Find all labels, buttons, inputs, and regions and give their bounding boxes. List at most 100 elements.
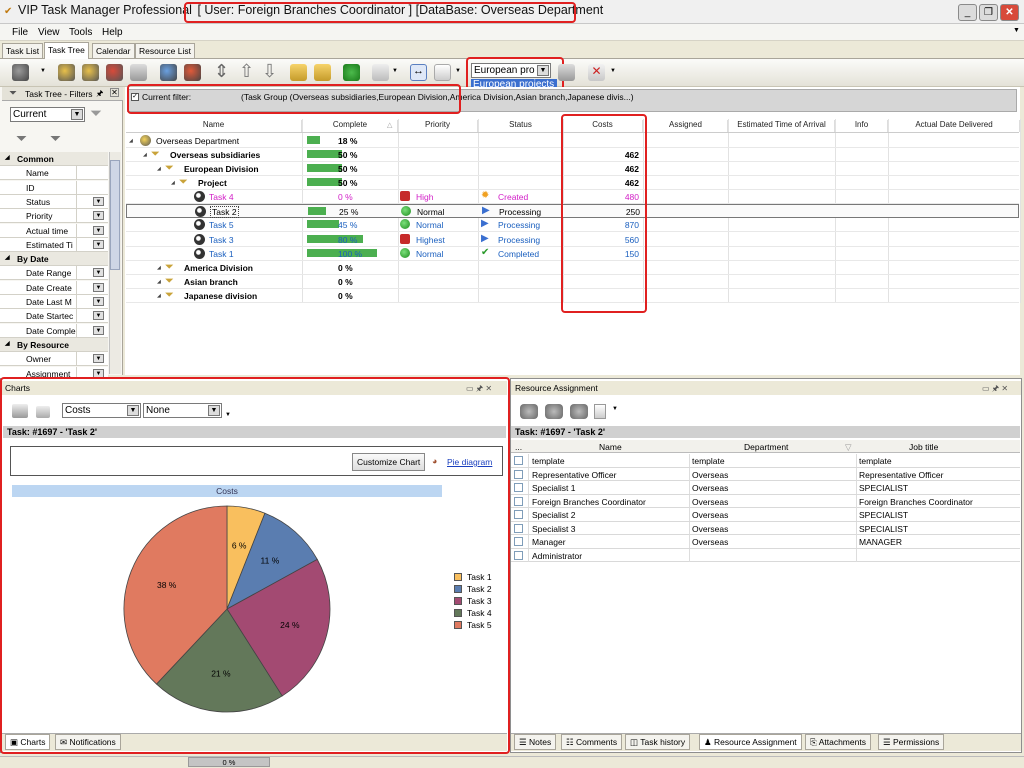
chevron-down-icon[interactable]: ▼ xyxy=(93,268,104,278)
filter-property-row[interactable]: Date Startec ▼ xyxy=(0,309,108,324)
resource-checkbox[interactable] xyxy=(514,496,523,506)
detail-tab[interactable]: ◫ Task history xyxy=(625,734,691,750)
grid-row[interactable]: ◢ ⏷ Overseas subsidiaries 50 % 462 xyxy=(126,148,1019,162)
move-down-icon[interactable]: ⇩ xyxy=(262,61,277,82)
ungroup-icon[interactable] xyxy=(314,64,331,81)
col-job-title[interactable]: Job title xyxy=(909,442,938,452)
filter-property-row[interactable]: Estimated Ti ▼ xyxy=(0,237,108,252)
funnel-remove-icon[interactable]: ⏷ xyxy=(50,130,61,147)
expand-toggle-icon[interactable]: ◢ xyxy=(171,180,175,186)
expand-toggle-icon[interactable]: ◢ xyxy=(129,138,133,144)
chevron-down-icon[interactable]: ▼ xyxy=(93,297,104,306)
filter-group[interactable]: ◢ Common xyxy=(0,152,108,166)
maximize-button[interactable]: ❐ xyxy=(979,4,998,21)
grid-row[interactable]: Task 2 25 % Normal ▶ Processing 250 xyxy=(126,204,1019,219)
resource-checkbox[interactable] xyxy=(514,510,523,519)
detail-tab[interactable]: ♟ Resource Assignment xyxy=(699,734,802,750)
resource-checkbox[interactable] xyxy=(514,537,523,546)
collapse-icon[interactable]: ◢ xyxy=(5,154,10,161)
grid-col-header[interactable]: Actual Date Delivered xyxy=(889,120,1020,132)
detail-tab[interactable]: ☰ Notes xyxy=(514,734,557,750)
task-name[interactable]: America Division xyxy=(184,263,253,273)
grid-col-header[interactable]: Estimated Time of Arrival xyxy=(729,120,835,132)
tab-calendar[interactable]: Calendar xyxy=(92,43,135,58)
chart-options-icon[interactable]: ▼ xyxy=(225,412,231,418)
task-name[interactable]: European Division xyxy=(184,164,259,174)
expand-width-icon[interactable]: ↔ xyxy=(410,64,427,81)
edit-resource-icon[interactable] xyxy=(570,404,588,419)
resource-row[interactable]: Manager Overseas MANAGER xyxy=(511,535,1020,549)
chevron-down-icon[interactable]: ▼ xyxy=(93,225,104,235)
delete-task-icon[interactable] xyxy=(106,64,123,81)
task-name[interactable]: Project xyxy=(198,178,227,188)
charts-panel-controls[interactable]: ▭ 🖈 ✕ xyxy=(466,383,492,397)
edit-task-icon[interactable] xyxy=(58,64,75,81)
resource-checkbox[interactable] xyxy=(514,550,523,560)
customize-chart-button[interactable]: Customize Chart xyxy=(352,453,426,471)
clear-filter-icon[interactable]: ✕ xyxy=(588,64,605,81)
detail-tab[interactable]: ☷ Comments xyxy=(561,734,623,750)
chevron-down-icon[interactable]: ▼ xyxy=(208,405,220,416)
collapse-icon[interactable]: ◢ xyxy=(5,340,10,347)
print-dropdown-icon[interactable]: ▼ xyxy=(392,68,398,74)
grid-row[interactable]: ◢ ⏷ Asian branch 0 % xyxy=(126,275,1019,289)
detail-tab[interactable]: ⎘ Attachments xyxy=(805,734,871,750)
chevron-down-icon[interactable]: ▼ xyxy=(93,368,104,378)
filter-icon[interactable] xyxy=(130,64,147,81)
expand-toggle-icon[interactable]: ◢ xyxy=(157,279,161,285)
task-name[interactable]: Task 1 xyxy=(209,249,234,259)
new-task-icon[interactable] xyxy=(12,64,29,81)
expand-toggle-icon[interactable]: ◢ xyxy=(157,265,161,271)
refresh-icon[interactable] xyxy=(343,64,360,81)
menu-view[interactable]: View xyxy=(38,27,60,38)
columns-icon[interactable] xyxy=(434,64,451,81)
copy-task-icon[interactable] xyxy=(82,64,99,81)
grid-row[interactable]: ◢ Overseas Department 18 % xyxy=(126,134,1019,148)
filter-property-row[interactable]: ID xyxy=(0,180,108,195)
filter-enabled-checkbox[interactable]: ✓ xyxy=(131,93,139,101)
print-icon[interactable] xyxy=(372,64,389,81)
filter-property-row[interactable]: Name xyxy=(0,166,108,181)
expand-toggle-icon[interactable]: ◢ xyxy=(143,152,147,158)
grid-row[interactable]: Task 1 100 % Normal ✔ Completed 150 xyxy=(126,247,1019,261)
resource-options-icon[interactable]: ▼ xyxy=(612,406,618,412)
task-name[interactable]: Overseas subsidiaries xyxy=(170,150,260,160)
grid-row[interactable]: Task 4 0 % High ✹ Created 480 xyxy=(126,190,1019,205)
collapse-icon[interactable]: ◢ xyxy=(5,254,10,261)
grid-row[interactable]: ◢ ⏷ Japanese division 0 % xyxy=(126,289,1019,304)
columns-dropdown-icon[interactable]: ▼ xyxy=(455,68,461,74)
project-filter-select[interactable]: European pro ▼ xyxy=(471,63,551,78)
minimize-button[interactable]: _ xyxy=(958,4,977,21)
col-name[interactable]: Name xyxy=(599,442,622,452)
filter-property-row[interactable]: Priority ▼ xyxy=(0,209,108,224)
chevron-down-icon[interactable]: ▼ xyxy=(93,282,104,292)
pin-icon[interactable]: 🖈 xyxy=(96,88,103,102)
resource-columns-icon[interactable] xyxy=(594,404,606,419)
tab-charts[interactable]: ▣ Charts xyxy=(5,734,51,750)
menu-help[interactable]: Help xyxy=(102,27,123,38)
resource-row[interactable]: Administrator xyxy=(511,548,1020,562)
grid-row[interactable]: ◢ ⏷ European Division 50 % 462 xyxy=(126,162,1019,176)
tab-notifications[interactable]: ✉ Notifications xyxy=(55,734,121,750)
menu-file[interactable]: File xyxy=(12,27,28,38)
group-icon[interactable] xyxy=(290,64,307,81)
pie-diagram-link[interactable]: Pie diagram xyxy=(447,457,492,467)
print-chart-icon[interactable] xyxy=(12,404,28,418)
grid-col-header[interactable]: Complete xyxy=(303,120,398,132)
filter-scrollbar-thumb[interactable] xyxy=(110,160,120,270)
filter-property-row[interactable]: Date Range ▼ xyxy=(0,266,108,281)
dropdown-arrow-icon[interactable]: ▼ xyxy=(40,68,46,74)
grid-row[interactable]: Task 5 45 % Normal ▶ Processing 870 xyxy=(126,218,1019,233)
grid-col-header[interactable]: Status xyxy=(479,120,563,132)
chevron-down-icon[interactable]: ▼ xyxy=(537,65,549,76)
assign-icon[interactable] xyxy=(160,64,177,81)
print-preview-icon[interactable] xyxy=(36,406,50,418)
grid-col-header[interactable]: Priority xyxy=(398,120,478,132)
chevron-down-icon[interactable]: ▼ xyxy=(127,405,139,416)
move-updown-icon[interactable]: ⇕ xyxy=(214,61,229,82)
tab-task-tree[interactable]: Task Tree xyxy=(44,42,89,59)
menu-tools[interactable]: Tools xyxy=(69,27,92,38)
task-name[interactable]: Asian branch xyxy=(184,277,238,287)
chart-second-select[interactable]: None ▼ xyxy=(143,403,222,418)
grid-row[interactable]: Task 3 80 % Highest ▶ Processing 560 xyxy=(126,233,1019,247)
